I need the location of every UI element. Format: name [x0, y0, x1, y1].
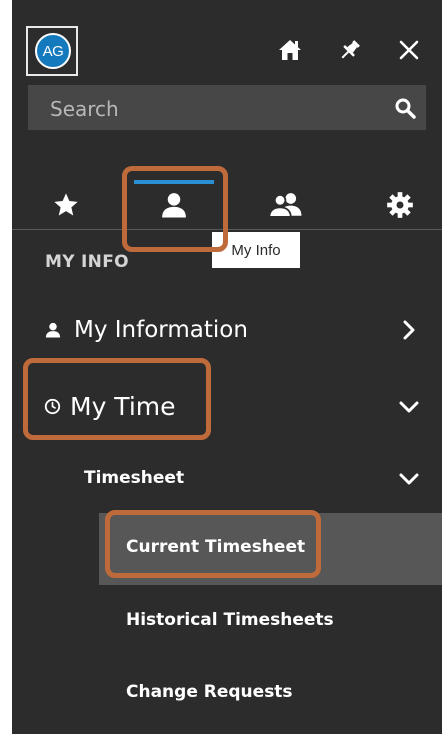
avatar-frame[interactable]: AG	[26, 26, 78, 76]
user-icon	[45, 322, 61, 338]
nav-item-label: Timesheet	[84, 468, 185, 488]
chevron-down-icon[interactable]	[398, 396, 420, 418]
nav-item-my-information[interactable]: My Information	[12, 308, 442, 352]
search-box	[28, 85, 426, 132]
nav-item-label: Change Requests	[126, 682, 293, 702]
search-icon[interactable]	[394, 97, 416, 119]
avatar[interactable]: AG	[35, 33, 71, 69]
nav-item-label: My Information	[74, 317, 248, 343]
close-icon[interactable]	[393, 34, 425, 66]
highlight-box-my-time	[23, 358, 211, 440]
chevron-down-icon[interactable]	[398, 468, 420, 490]
tab-team[interactable]	[246, 180, 326, 230]
home-icon[interactable]	[274, 34, 306, 66]
star-icon	[54, 193, 78, 216]
nav-item-label: Historical Timesheets	[126, 610, 334, 630]
section-title: MY INFO	[45, 252, 129, 272]
highlight-box-current-timesheet	[105, 510, 321, 578]
highlight-box-my-info-tab	[122, 166, 228, 252]
tab-favorites[interactable]	[26, 180, 106, 230]
nav-item-change-requests[interactable]: Change Requests	[12, 672, 442, 712]
tab-settings[interactable]	[360, 180, 440, 230]
chevron-right-icon[interactable]	[398, 319, 420, 341]
nav-item-timesheet[interactable]: Timesheet	[12, 458, 442, 498]
team-icon	[268, 193, 302, 218]
panel-header: AG	[12, 0, 442, 80]
search-input[interactable]	[28, 85, 392, 132]
pin-icon[interactable]	[334, 34, 366, 66]
gear-icon	[387, 192, 413, 218]
nav-item-historical-timesheets[interactable]: Historical Timesheets	[12, 600, 442, 640]
navigation-panel: AG MY INFO	[12, 0, 442, 734]
